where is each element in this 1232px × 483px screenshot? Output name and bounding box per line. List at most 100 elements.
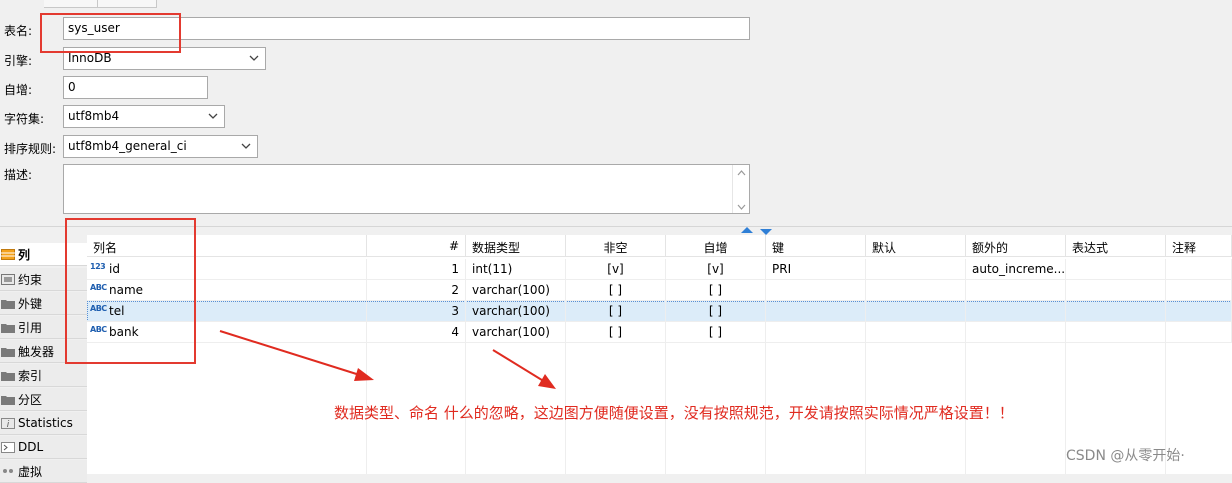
nav-item-statistics[interactable]: i Statistics <box>0 412 87 435</box>
cell-key[interactable] <box>766 301 866 322</box>
cell-number: 4 <box>367 322 466 343</box>
cell-key[interactable]: PRI <box>766 259 866 280</box>
cell-number: 2 <box>367 280 466 301</box>
cell-extra[interactable] <box>966 322 1066 343</box>
nav-item-label: 索引 <box>18 368 43 383</box>
columns-grid: 列名 # 数据类型 非空 自增 键 默认 额外的 表达式 注释 123 id 1… <box>87 235 1232 474</box>
cell-not-null[interactable]: [v] <box>566 259 666 280</box>
cell-key[interactable] <box>766 280 866 301</box>
collapse-up-icon[interactable] <box>741 227 753 233</box>
highlight-box-table-name <box>40 13 181 53</box>
cell-auto-increment[interactable]: [ ] <box>666 280 766 301</box>
folder-icon <box>1 347 15 357</box>
collation-value: utf8mb4_general_ci <box>68 139 187 153</box>
column-header-type[interactable]: 数据类型 <box>466 235 566 257</box>
cell-extra[interactable] <box>966 280 1066 301</box>
ddl-icon <box>1 441 15 453</box>
nav-item-label: 外键 <box>18 296 43 311</box>
cell-auto-increment[interactable]: [ ] <box>666 322 766 343</box>
nav-item-label: DDL <box>18 440 44 454</box>
column-header-expression[interactable]: 表达式 <box>1066 235 1166 257</box>
annotation-note: 数据类型、命名 什么的忽略，这边图方便随便设置，没有按照规范，开发请按照实际情况… <box>334 404 1014 422</box>
comment-scrollbar[interactable] <box>732 165 749 213</box>
cell-not-null[interactable]: [ ] <box>566 301 666 322</box>
folder-icon <box>1 395 15 405</box>
cell-type[interactable]: int(11) <box>466 259 566 280</box>
columns-icon <box>1 248 15 260</box>
engine-label: 引擎: <box>4 54 33 68</box>
table-properties-form: 表名: sys_user 引擎: InnoDB 自增: 0 字符集: utf8m… <box>0 8 1232 226</box>
tab[interactable] <box>44 0 98 8</box>
collation-label: 排序规则: <box>4 142 57 156</box>
table-row-selected[interactable]: ABC tel 3 varchar(100) [ ] [ ] <box>87 301 1232 322</box>
comment-textarea[interactable] <box>63 164 750 214</box>
cell-not-null[interactable]: [ ] <box>566 280 666 301</box>
tab[interactable] <box>98 0 157 8</box>
chevron-down-icon <box>249 55 259 61</box>
column-header-key[interactable]: 键 <box>766 235 866 257</box>
cell-comment[interactable] <box>1166 280 1232 301</box>
cell-comment[interactable] <box>1166 322 1232 343</box>
watermark: CSDN @从零开始· <box>1066 448 1185 464</box>
auto-increment-input[interactable]: 0 <box>63 76 208 99</box>
column-header-number[interactable]: # <box>367 235 466 257</box>
nav-item-partitions[interactable]: 分区 <box>0 388 87 411</box>
column-header-not-null[interactable]: 非空 <box>566 235 666 257</box>
tab-strip <box>0 0 1232 8</box>
cell-extra[interactable] <box>966 301 1066 322</box>
cell-type[interactable]: varchar(100) <box>466 301 566 322</box>
charset-label: 字符集: <box>4 112 45 126</box>
engine-value: InnoDB <box>68 51 112 65</box>
cell-default[interactable] <box>866 280 966 301</box>
folder-icon <box>1 299 15 309</box>
cell-number: 3 <box>367 301 466 322</box>
virtual-icon <box>3 468 13 473</box>
highlight-box-column-names <box>65 218 196 364</box>
folder-icon <box>1 371 15 381</box>
chevron-down-icon <box>241 143 251 149</box>
cell-expression[interactable] <box>1066 322 1166 343</box>
cell-expression[interactable] <box>1066 280 1166 301</box>
table-name-label: 表名: <box>4 24 33 38</box>
nav-item-label: 触发器 <box>18 344 55 359</box>
cell-extra[interactable]: auto_increme... <box>966 259 1066 280</box>
cell-type[interactable]: varchar(100) <box>466 322 566 343</box>
nav-item-label: 虚拟 <box>18 464 43 479</box>
cell-auto-increment[interactable]: [v] <box>666 259 766 280</box>
cell-key[interactable] <box>766 322 866 343</box>
collation-select[interactable]: utf8mb4_general_ci <box>63 135 258 158</box>
cell-default[interactable] <box>866 259 966 280</box>
cell-expression[interactable] <box>1066 259 1166 280</box>
cell-auto-increment[interactable]: [ ] <box>666 301 766 322</box>
charset-select[interactable]: utf8mb4 <box>63 105 225 128</box>
cell-number: 1 <box>367 259 466 280</box>
nav-item-indexes[interactable]: 索引 <box>0 364 87 387</box>
cell-not-null[interactable]: [ ] <box>566 322 666 343</box>
column-header-auto-increment[interactable]: 自增 <box>666 235 766 257</box>
folder-icon <box>1 323 15 333</box>
column-header-extra[interactable]: 额外的 <box>966 235 1066 257</box>
cell-default[interactable] <box>866 301 966 322</box>
comment-label: 描述: <box>4 168 33 182</box>
constraint-icon <box>1 273 15 285</box>
cell-comment[interactable] <box>1166 259 1232 280</box>
nav-item-label: 引用 <box>18 320 43 335</box>
column-header-comment[interactable]: 注释 <box>1166 235 1232 257</box>
nav-item-ddl[interactable]: DDL <box>0 436 87 459</box>
cell-expression[interactable] <box>1066 301 1166 322</box>
cell-type[interactable]: varchar(100) <box>466 280 566 301</box>
auto-increment-label: 自增: <box>4 83 33 97</box>
nav-item-virtual[interactable]: 虚拟 <box>0 460 87 483</box>
nav-item-label: 列 <box>18 247 31 262</box>
cell-comment[interactable] <box>1166 301 1232 322</box>
column-header-default[interactable]: 默认 <box>866 235 966 257</box>
table-row[interactable]: ABC bank 4 varchar(100) [ ] [ ] <box>87 322 1232 343</box>
table-row[interactable]: ABC name 2 varchar(100) [ ] [ ] <box>87 280 1232 301</box>
nav-item-label: 约束 <box>18 272 43 287</box>
scroll-arrows-icon <box>737 170 746 210</box>
cell-default[interactable] <box>866 322 966 343</box>
chevron-down-icon <box>208 113 218 119</box>
nav-item-label: Statistics <box>18 416 73 430</box>
info-icon: i <box>1 417 15 429</box>
table-row[interactable]: 123 id 1 int(11) [v] [v] PRI auto_increm… <box>87 259 1232 280</box>
